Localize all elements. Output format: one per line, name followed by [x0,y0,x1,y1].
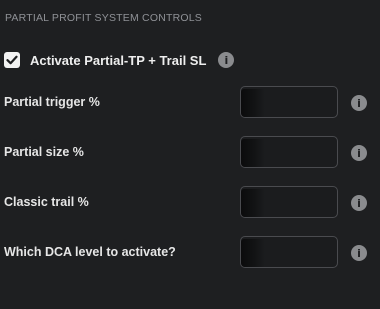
field-dca-level: Which DCA level to activate? i [0,236,380,270]
field-label: Partial trigger % [4,95,100,109]
activate-label: Activate Partial-TP + Trail SL [30,52,207,68]
dca-level-input-box[interactable] [240,236,338,268]
dca-level-input[interactable] [241,237,337,267]
info-icon[interactable]: i [351,145,367,161]
section-title: PARTIAL PROFIT SYSTEM CONTROLS [5,12,202,24]
classic-trail-input[interactable] [241,187,337,217]
field-partial-size: Partial size % i [0,136,380,170]
info-icon[interactable]: i [351,95,367,111]
activate-checkbox[interactable] [4,52,20,68]
info-icon[interactable]: i [351,195,367,211]
partial-trigger-input-box[interactable] [240,86,338,118]
field-classic-trail: Classic trail % i [0,186,380,220]
checkmark-icon [6,55,18,65]
field-label: Classic trail % [4,195,89,209]
partial-trigger-input[interactable] [241,87,337,117]
info-icon[interactable]: i [351,245,367,261]
field-label: Partial size % [4,145,84,159]
field-partial-trigger: Partial trigger % i [0,86,380,120]
classic-trail-input-box[interactable] [240,186,338,218]
partial-size-input[interactable] [241,137,337,167]
activate-partial-tp-toggle[interactable]: Activate Partial-TP + Trail SL i [4,51,235,69]
field-label: Which DCA level to activate? [4,245,176,259]
info-icon[interactable]: i [218,52,235,68]
partial-size-input-box[interactable] [240,136,338,168]
